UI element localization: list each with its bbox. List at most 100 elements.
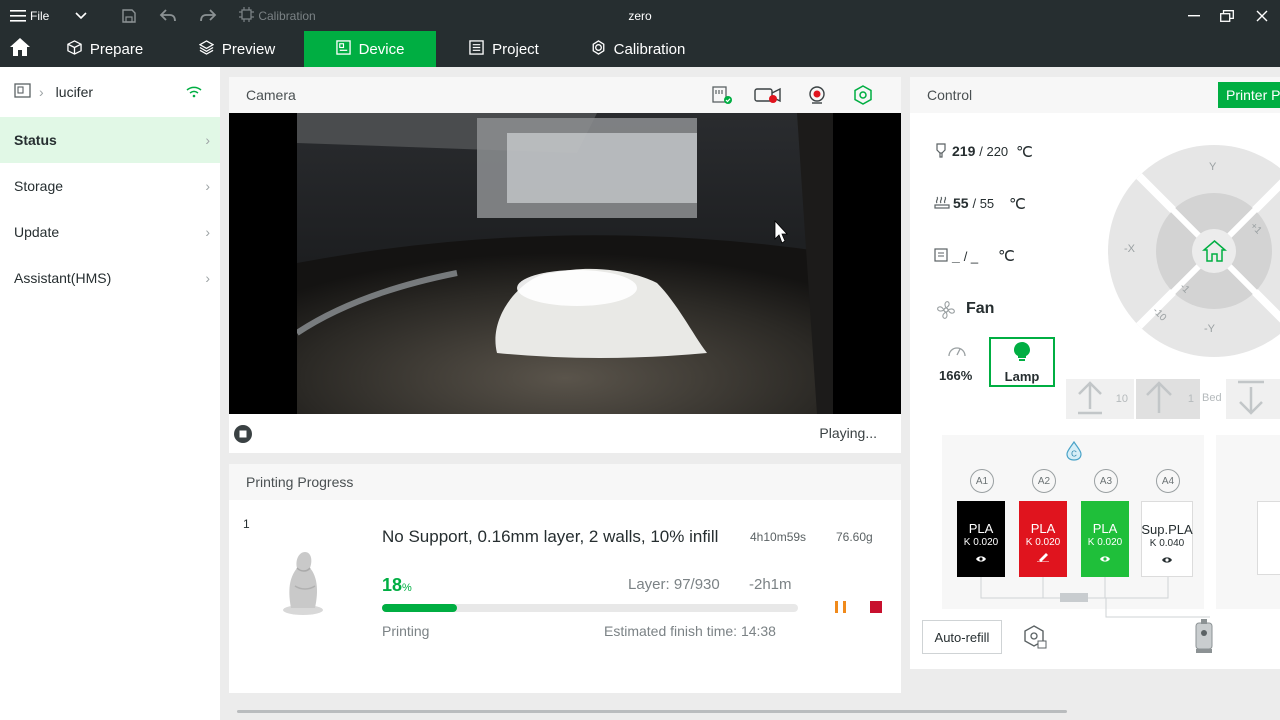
webcam-icon[interactable] <box>807 85 827 110</box>
print-state: Printing <box>382 623 430 639</box>
camera-feed <box>229 113 901 414</box>
chamber-target: / _ <box>963 249 979 264</box>
lamp-toggle[interactable]: Lamp <box>989 337 1055 387</box>
progress-bar-fill <box>382 604 457 612</box>
calibration-icon <box>591 39 606 59</box>
hamburger-menu-icon <box>10 9 26 23</box>
bed-label: Bed <box>1202 392 1222 404</box>
ams-slot-label-a4: A4 <box>1156 469 1180 493</box>
minimize-button[interactable] <box>1176 0 1212 31</box>
video-recording-icon[interactable] <box>753 85 783 110</box>
sd-card-icon[interactable] <box>711 85 733 110</box>
jog-pad[interactable]: Y -Y -X +1 -1 -10 +1 <box>1108 145 1280 357</box>
printing-progress-header: Printing Progress <box>229 464 901 500</box>
filament-k-value: K 0.020 <box>1087 537 1123 548</box>
pause-icon <box>835 601 846 613</box>
tab-label: Project <box>492 40 539 58</box>
auto-refill-button[interactable]: Auto-refill <box>922 620 1002 654</box>
calibration-shortcut[interactable]: Calibration <box>239 6 316 25</box>
pencil-icon[interactable] <box>1037 550 1049 565</box>
tab-preview[interactable]: Preview <box>170 31 304 67</box>
sidebar-item-status[interactable]: Status › <box>0 117 220 163</box>
extruder-icon <box>1192 619 1216 662</box>
undo-icon[interactable] <box>159 8 177 23</box>
time-remaining: -2h1m <box>749 576 792 593</box>
print-speed[interactable]: 166% <box>939 368 972 383</box>
bed-step-10: 10 <box>1115 393 1128 405</box>
ams-slot-a4[interactable]: Sup.PLA K 0.040 <box>1141 501 1193 577</box>
ams-slot-a1[interactable]: PLA K 0.020 <box>957 501 1005 577</box>
chevron-down-icon[interactable] <box>75 11 87 20</box>
calibration-chip-icon <box>239 6 255 25</box>
nozzle-temperature: 219 / 220 <box>952 143 1008 159</box>
job-name: No Support, 0.16mm layer, 2 walls, 10% i… <box>382 527 719 546</box>
sidebar-item-storage[interactable]: Storage › <box>0 163 220 209</box>
ams-slot-label-a1: A1 <box>970 469 994 493</box>
close-button[interactable] <box>1244 0 1280 31</box>
printer-parts-button[interactable]: Printer P <box>1218 82 1280 108</box>
jog-home-button[interactable] <box>1201 239 1228 268</box>
camera-title: Camera <box>246 87 296 103</box>
stream-status: Playing... <box>819 425 877 441</box>
bed-up-1-button[interactable]: 1 <box>1136 379 1200 419</box>
printer-selector[interactable]: › lucifer <box>0 67 220 117</box>
home-button[interactable] <box>0 31 40 67</box>
sidebar-item-update[interactable]: Update › <box>0 209 220 255</box>
ams-slot-a3[interactable]: PLA K 0.020 <box>1081 501 1129 577</box>
nozzle-current: 219 <box>952 143 976 159</box>
file-menu[interactable]: File <box>10 9 49 23</box>
control-panel: Control Printer P 219 / 220 ℃ 55 / 55 ℃ … <box>910 77 1280 669</box>
progress-percent-unit: % <box>402 582 412 594</box>
chevron-right-icon: › <box>205 178 210 194</box>
camera-settings-icon[interactable] <box>853 85 873 110</box>
ams-slot-a5-partial[interactable] <box>1257 501 1280 575</box>
printing-progress-title: Printing Progress <box>246 474 354 490</box>
tab-calibration[interactable]: Calibration <box>572 31 704 67</box>
chamber-unit: ℃ <box>998 248 1015 265</box>
ams-slot-label-a2: A2 <box>1032 469 1056 493</box>
nozzle-target: / 220 <box>979 144 1009 159</box>
device-sidebar: › lucifer Status › Storage › Update › As… <box>0 67 220 720</box>
stop-stream-icon[interactable] <box>233 424 253 449</box>
ams-slot-a2[interactable]: PLA K 0.020 <box>1019 501 1067 577</box>
ams-settings-icon[interactable] <box>1022 624 1048 655</box>
bed-down-button[interactable] <box>1226 379 1280 419</box>
fan-icon[interactable] <box>935 299 957 326</box>
camera-feed-image <box>297 113 833 414</box>
device-icon <box>335 39 351 59</box>
control-title: Control <box>927 87 973 103</box>
ams-slot-label-a3: A3 <box>1094 469 1118 493</box>
restore-button[interactable] <box>1209 0 1245 31</box>
arrow-up-icon <box>1076 379 1104 420</box>
tab-device[interactable]: Device <box>304 31 436 67</box>
progress-percent-value: 18 <box>382 575 403 595</box>
bed-unit: ℃ <box>1009 196 1026 213</box>
printer-parts-label: Printer P <box>1226 87 1280 103</box>
sidebar-item-label: Storage <box>14 178 64 194</box>
nozzle-icon <box>934 143 948 164</box>
tab-project[interactable]: Project <box>436 31 572 67</box>
sidebar-item-label: Update <box>14 224 60 240</box>
heatbed-icon <box>934 196 950 215</box>
stop-button[interactable] <box>869 600 883 619</box>
bed-up-10-button[interactable]: 10 <box>1066 379 1134 419</box>
home-icon <box>1201 240 1228 262</box>
chevron-right-icon: › <box>205 132 210 148</box>
eye-icon[interactable] <box>975 551 987 566</box>
tab-prepare[interactable]: Prepare <box>40 31 170 67</box>
horizontal-scrollbar[interactable] <box>237 710 1067 713</box>
pause-button[interactable] <box>834 600 848 619</box>
eye-icon[interactable] <box>1161 552 1173 567</box>
eye-icon[interactable] <box>1099 551 1111 566</box>
fan-label[interactable]: Fan <box>966 300 994 318</box>
jog-label-neg-x: -X <box>1124 243 1135 255</box>
save-icon[interactable] <box>121 8 137 24</box>
stop-icon <box>870 601 882 613</box>
jog-label-neg-y: -Y <box>1204 323 1215 335</box>
redo-icon[interactable] <box>199 8 217 23</box>
title-bar: File Calibration zero <box>0 0 1280 31</box>
filament-type: PLA <box>968 521 994 536</box>
sidebar-item-assistant[interactable]: Assistant(HMS) › <box>0 255 220 301</box>
print-duration: 4h10m59s <box>750 530 807 544</box>
filament-k-value: K 0.040 <box>1149 538 1185 549</box>
